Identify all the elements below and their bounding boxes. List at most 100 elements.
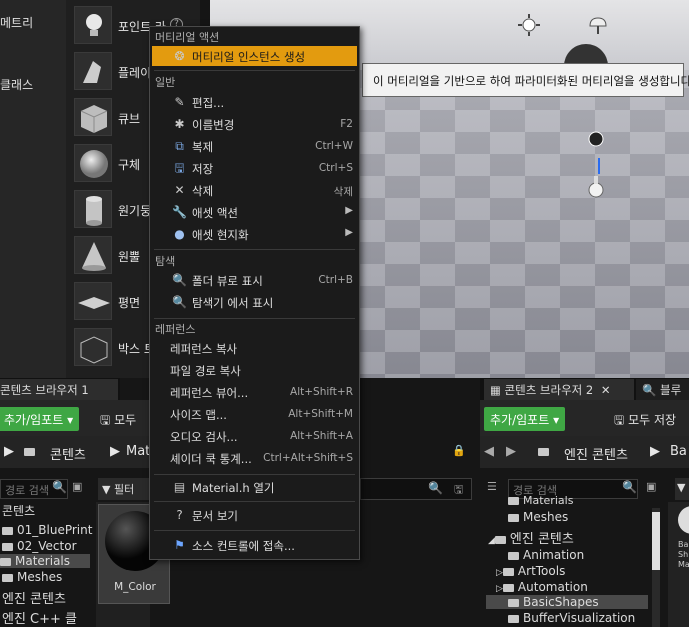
tree-item-label: Materials (15, 554, 71, 568)
menu-item-copy-reference[interactable]: 레퍼런스 복사 (152, 338, 357, 358)
menu-item-show-in-folder-view[interactable]: 🔍 폴더 뷰로 표시 Ctrl+B (152, 270, 357, 290)
rename-icon: ✱ (174, 117, 185, 131)
browser1-add-import-button[interactable]: 추가/임포트 ▾ (0, 407, 80, 431)
menu-item-rename[interactable]: ✱ 이름변경 F2 (152, 114, 357, 134)
tree-item[interactable]: ▷ Automation (496, 580, 588, 594)
menu-item-edit[interactable]: ✎ 편집... (152, 92, 357, 112)
tree-item[interactable]: 02_Vector (2, 539, 77, 553)
tree-item[interactable]: 01_BluePrint (2, 523, 92, 537)
menu-item-delete[interactable]: ✕ 삭제 삭제 (152, 180, 357, 200)
blueprint-tab-label: 블루 (659, 383, 682, 397)
menu-item-copy-file-path[interactable]: 파일 경로 복사 (152, 360, 357, 380)
scrollbar-thumb[interactable] (652, 512, 660, 570)
search-icon[interactable]: 🔍 (428, 481, 443, 495)
menu-item-open-source-header[interactable]: ▤ Material.h 열기 (152, 477, 357, 497)
filter-options-icon[interactable]: ▣ (646, 480, 656, 493)
cone-icon (74, 236, 112, 274)
point-light-icon (74, 6, 112, 44)
browser1-toolbar: 추가/임포트 ▾ 🖫 모두 (0, 400, 152, 436)
menu-item-size-map[interactable]: 사이즈 맵... Alt+Shift+M (152, 404, 357, 424)
menu-item-shortcut: F2 (340, 118, 353, 130)
close-icon[interactable]: ✕ (601, 383, 611, 397)
lock-icon[interactable]: 🔒 (452, 444, 466, 457)
tree-scrollbar[interactable] (652, 508, 660, 627)
search-icon[interactable]: 🔍 (622, 480, 637, 494)
wrench-icon: 🔧 (172, 205, 187, 219)
browser1-save-all-button[interactable]: 🖫 모두 (96, 407, 140, 431)
browser2-tabbar: ▦ 콘텐츠 브라우저 2 ✕ 🔍 블루 (480, 378, 689, 400)
tree-item[interactable]: 엔진 콘텐츠 (2, 588, 66, 607)
menu-item-asset-actions[interactable]: 🔧 애셋 액션 ▶ (152, 202, 357, 222)
tree-item-selected[interactable]: BasicShapes (486, 595, 648, 609)
save-search-icon[interactable]: 🖫 (454, 481, 463, 500)
browser2-save-all-button[interactable]: 🖫 모두 저장 (610, 407, 680, 431)
browser2-path-child[interactable]: Ba (670, 444, 687, 459)
tree-item[interactable]: 엔진 C++ 클 (2, 608, 77, 627)
nav-arrow-icon[interactable]: ▶ (4, 444, 14, 459)
delete-icon: ✕ (174, 183, 185, 197)
submenu-arrow-icon: ▶ (345, 227, 353, 238)
tree-item-label: BasicShapes (523, 595, 599, 609)
menu-item-view-documentation[interactable]: ? 문서 보기 (152, 505, 357, 525)
browser1-filter-button[interactable]: ▼ 필터 (98, 478, 150, 500)
asset-context-menu: 머티리얼 액션 ❂ 머티리얼 인스턴스 생성 일반 ✎ 편집... ✱ 이름변경… (149, 26, 360, 560)
separator (154, 530, 355, 531)
tree-item[interactable]: Meshes (2, 570, 62, 584)
path-separator-icon: ▶ (110, 444, 120, 459)
tree-item[interactable]: BufferVisualization (508, 611, 635, 625)
tree-item[interactable]: Animation (508, 548, 584, 562)
expand-arrow-icon[interactable]: ◢ (488, 536, 495, 546)
menu-item-save[interactable]: 🖫 저장 Ctrl+S (152, 158, 357, 178)
globe-icon: ● (174, 227, 185, 241)
folder-icon (538, 444, 553, 459)
tree-item[interactable]: ▷ ArtTools (496, 564, 565, 578)
menu-item-label: 애셋 현지화 (192, 228, 249, 242)
menu-item-shortcut: Ctrl+S (318, 162, 353, 174)
reflection-capture-icon[interactable] (587, 130, 605, 151)
menu-item-reference-viewer[interactable]: 레퍼런스 뷰어... Alt+Shift+R (152, 382, 357, 402)
browser2-path-root[interactable]: 엔진 콘텐츠 (564, 444, 628, 463)
directional-light-icon[interactable] (518, 14, 540, 39)
box-trigger-icon (74, 328, 112, 366)
browser1-tab[interactable]: 콘텐츠 브라우저 1 (0, 379, 118, 400)
category-classes[interactable]: 클래스 (0, 76, 33, 93)
find-folder-icon: 🔍 (172, 273, 187, 287)
tree-item[interactable]: Materials (508, 494, 573, 507)
filter-options-icon[interactable]: ▣ (72, 480, 88, 496)
back-arrow-icon[interactable]: ◀ (484, 444, 494, 459)
search-icon[interactable]: 🔍 (52, 480, 68, 496)
menu-item-label: 레퍼런스 복사 (170, 342, 238, 356)
tree-item[interactable]: Meshes (508, 510, 568, 524)
collapse-arrow-icon[interactable]: ▷ (496, 568, 503, 578)
save-icon: 🖫 (614, 413, 625, 427)
menu-item-duplicate[interactable]: ⧉ 복제 Ctrl+W (152, 136, 357, 156)
browser1-path-root[interactable]: 콘텐츠 (50, 444, 86, 463)
forward-arrow-icon[interactable]: ▶ (506, 444, 516, 459)
asset-name-line: Sh (678, 550, 689, 559)
category-geometry[interactable]: 메트리 (0, 14, 33, 31)
collapse-arrow-icon[interactable]: ▷ (496, 584, 503, 594)
tree-view-icon[interactable]: ☰ (487, 480, 497, 493)
actor-label: 플레이 (118, 66, 152, 80)
browser1-path-child[interactable]: Mat (126, 444, 150, 459)
menu-item-create-material-instance[interactable]: ❂ 머티리얼 인스턴스 생성 (152, 46, 357, 66)
menu-item-show-in-explorer[interactable]: 🔍 탐색기 에서 표시 (152, 292, 357, 312)
browser2-pathbar: ◀ ▶ 엔진 콘텐츠 ▶ Ba (480, 436, 689, 468)
menu-item-asset-localization[interactable]: ● 애셋 현지화 ▶ (152, 224, 357, 244)
menu-item-connect-source-control[interactable]: ⚑ 소스 컨트롤에 접속... (152, 535, 357, 555)
menu-item-label: 이름변경 (192, 118, 235, 132)
tree-item[interactable]: 콘텐츠 (2, 502, 35, 519)
asset-thumbnail[interactable] (678, 506, 689, 534)
menu-item-audit-assets[interactable]: 오디오 검사... Alt+Shift+A (152, 426, 357, 446)
player-start-marker-icon[interactable] (586, 174, 606, 201)
browser2-filter-button[interactable]: ▼ (675, 478, 689, 500)
search-icon: 🔍 (642, 383, 657, 397)
tree-item-selected[interactable]: Materials (0, 554, 90, 568)
duplicate-icon: ⧉ (175, 139, 184, 153)
menu-item-shader-cook-stats[interactable]: 셰이더 쿡 통계... Ctrl+Alt+Shift+S (152, 448, 357, 468)
blueprint-tab[interactable]: 🔍 블루 (636, 379, 689, 400)
sky-light-icon[interactable] (586, 14, 610, 39)
browser2-add-import-button[interactable]: 추가/임포트 ▾ (484, 407, 566, 431)
browser2-tab[interactable]: ▦ 콘텐츠 브라우저 2 ✕ (484, 379, 634, 400)
tree-item[interactable]: ◢ 엔진 콘텐츠 (488, 528, 574, 547)
